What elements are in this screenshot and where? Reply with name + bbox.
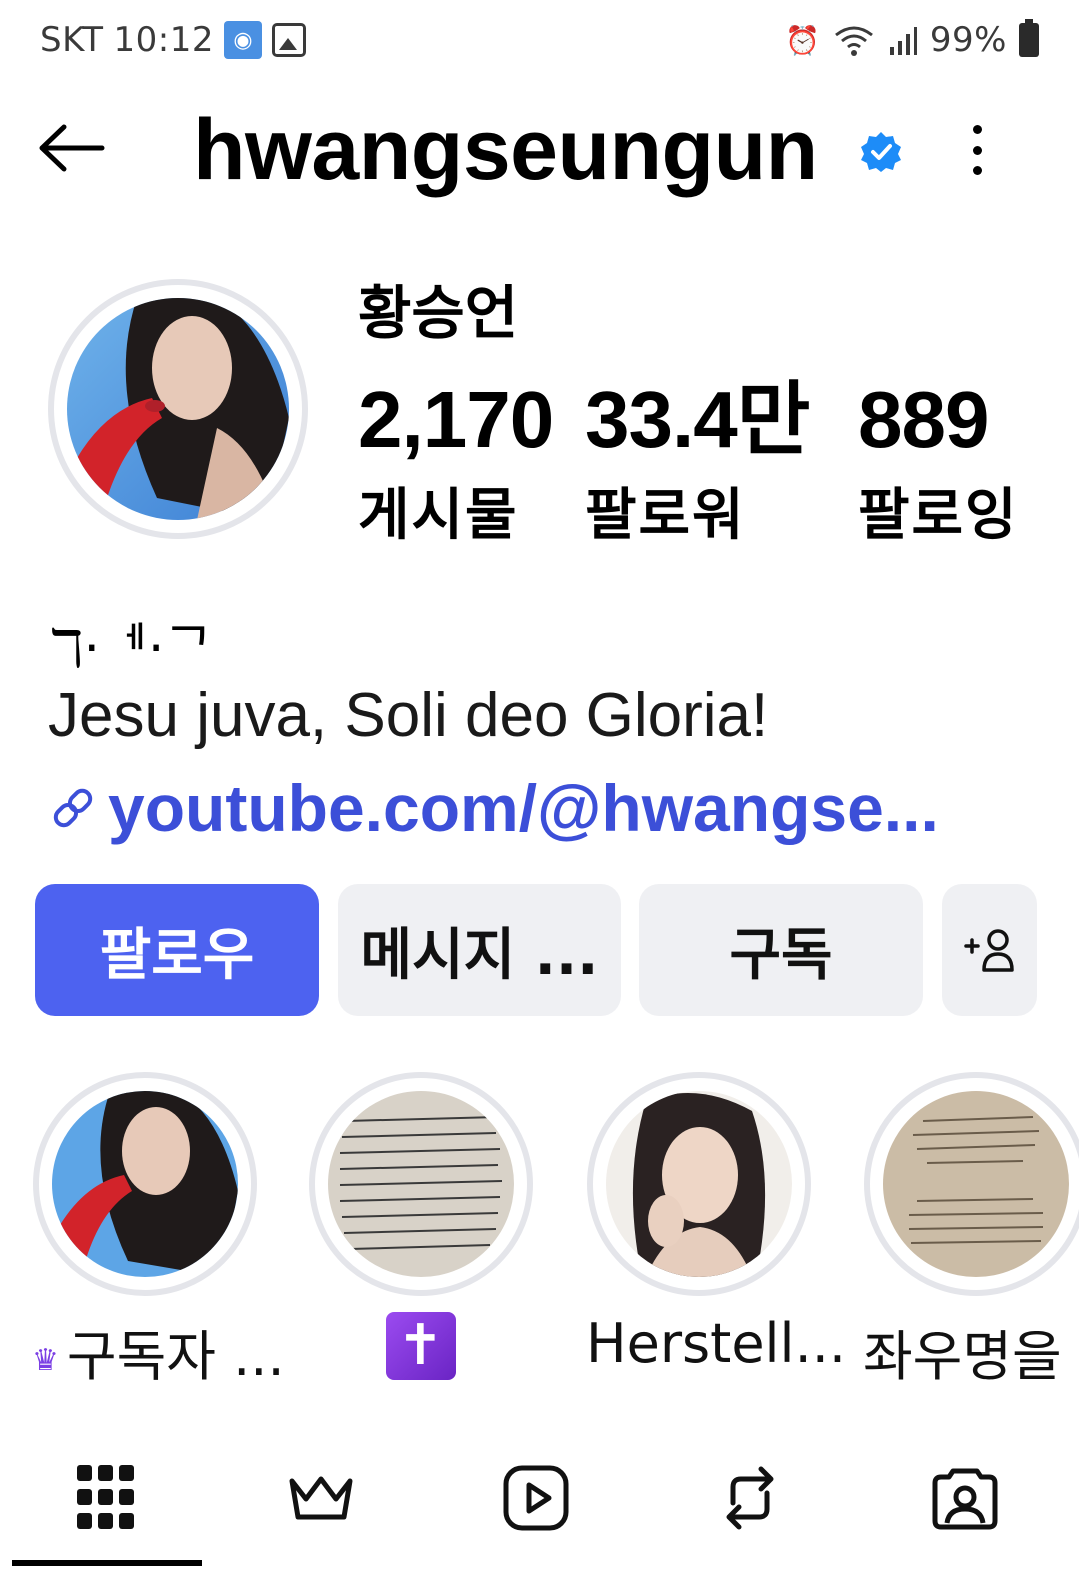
status-right: ⏰ 99% — [785, 18, 1039, 62]
alarm-icon: ⏰ — [785, 23, 820, 57]
tab-reposts[interactable] — [710, 1458, 790, 1538]
battery-percent: 99% — [929, 20, 1007, 60]
posts-stat[interactable]: 2,170 게시물 — [358, 375, 554, 551]
tab-reels[interactable] — [496, 1458, 576, 1538]
tab-posts[interactable] — [66, 1458, 146, 1538]
display-name: 황승언 — [358, 279, 519, 347]
verified-badge-icon — [861, 132, 901, 172]
avatar — [67, 298, 289, 520]
clock: 10:12 — [113, 20, 214, 60]
follow-button[interactable]: 팔로우 — [35, 884, 319, 1016]
highlight-ring — [863, 1072, 1079, 1296]
link-icon — [53, 788, 93, 828]
add-person-icon — [963, 929, 1014, 972]
crown-icon: ♛ — [32, 1342, 59, 1378]
add-person-button[interactable] — [942, 884, 1037, 1016]
bio-link-text[interactable]: youtube.com/@hwangse... — [108, 770, 939, 846]
highlight-ring — [586, 1072, 811, 1296]
profile-avatar-ring[interactable] — [48, 279, 308, 539]
active-tab-indicator — [12, 1560, 202, 1566]
posts-count: 2,170 — [358, 375, 554, 464]
highlight-ring — [32, 1072, 257, 1296]
more-vertical-icon[interactable] — [962, 125, 992, 175]
highlight-label: 좌우명을 ... — [863, 1325, 1079, 1388]
repost-icon — [726, 1466, 774, 1530]
avatar-photo — [67, 298, 289, 520]
image-notification-icon — [272, 23, 306, 57]
tagged-icon — [932, 1468, 998, 1530]
bio-link[interactable]: youtube.com/@hwangse... — [48, 770, 939, 846]
highlight-cover — [51, 1091, 238, 1277]
followers-stat[interactable]: 33.4만 팔로워 — [585, 375, 810, 551]
bio-name: ℸ·ᅦ·ᄀ — [50, 619, 213, 679]
followers-count: 33.4만 — [585, 375, 810, 464]
story-highlight[interactable]: 좌우명을 ... — [863, 1072, 1079, 1388]
highlight-label: Herstell... — [586, 1312, 847, 1375]
highlight-label: ✝ — [308, 1312, 533, 1380]
highlight-ring — [308, 1072, 533, 1296]
profile-header: hwangseungun — [0, 95, 1079, 205]
highlight-label: ♛ 구독자 ... — [32, 1325, 285, 1388]
reels-icon — [503, 1465, 569, 1531]
followers-label: 팔로워 — [585, 483, 746, 548]
highlight-cover — [605, 1091, 792, 1277]
arrow-left-icon[interactable] — [36, 123, 106, 173]
tab-tagged[interactable] — [925, 1458, 1005, 1538]
carrier-label: SKT — [40, 20, 104, 60]
following-stat[interactable]: 889 팔로잉 — [858, 378, 1019, 551]
following-count: 889 — [858, 375, 989, 464]
tab-subscriber[interactable] — [281, 1458, 361, 1538]
status-bar: SKT 10:12 ◉ ⏰ 99% — [0, 0, 1079, 80]
grid-icon — [77, 1465, 134, 1529]
crown-icon — [289, 1476, 353, 1520]
story-highlight[interactable]: Herstell... — [586, 1072, 846, 1375]
status-left: SKT 10:12 ◉ — [40, 18, 306, 62]
lock-notification-icon: ◉ — [224, 21, 262, 59]
bio-text: Jesu juva, Soli deo Gloria! — [48, 681, 769, 750]
subscribe-button[interactable]: 구독 — [639, 884, 923, 1016]
story-highlight[interactable]: ✝ — [308, 1072, 533, 1380]
message-button[interactable]: 메시지 ... — [338, 884, 621, 1016]
profile-tab-bar — [0, 1440, 1079, 1578]
highlight-cover — [882, 1091, 1069, 1277]
cross-emoji: ✝ — [385, 1312, 456, 1380]
battery-icon — [1019, 19, 1039, 57]
username: hwangseungun — [193, 102, 818, 198]
posts-label: 게시물 — [358, 483, 519, 548]
following-label: 팔로잉 — [858, 483, 1019, 548]
story-highlight[interactable]: ♛ 구독자 ... — [32, 1072, 285, 1388]
signal-icon — [889, 27, 917, 55]
highlight-cover — [327, 1091, 514, 1277]
wifi-icon — [835, 26, 873, 56]
